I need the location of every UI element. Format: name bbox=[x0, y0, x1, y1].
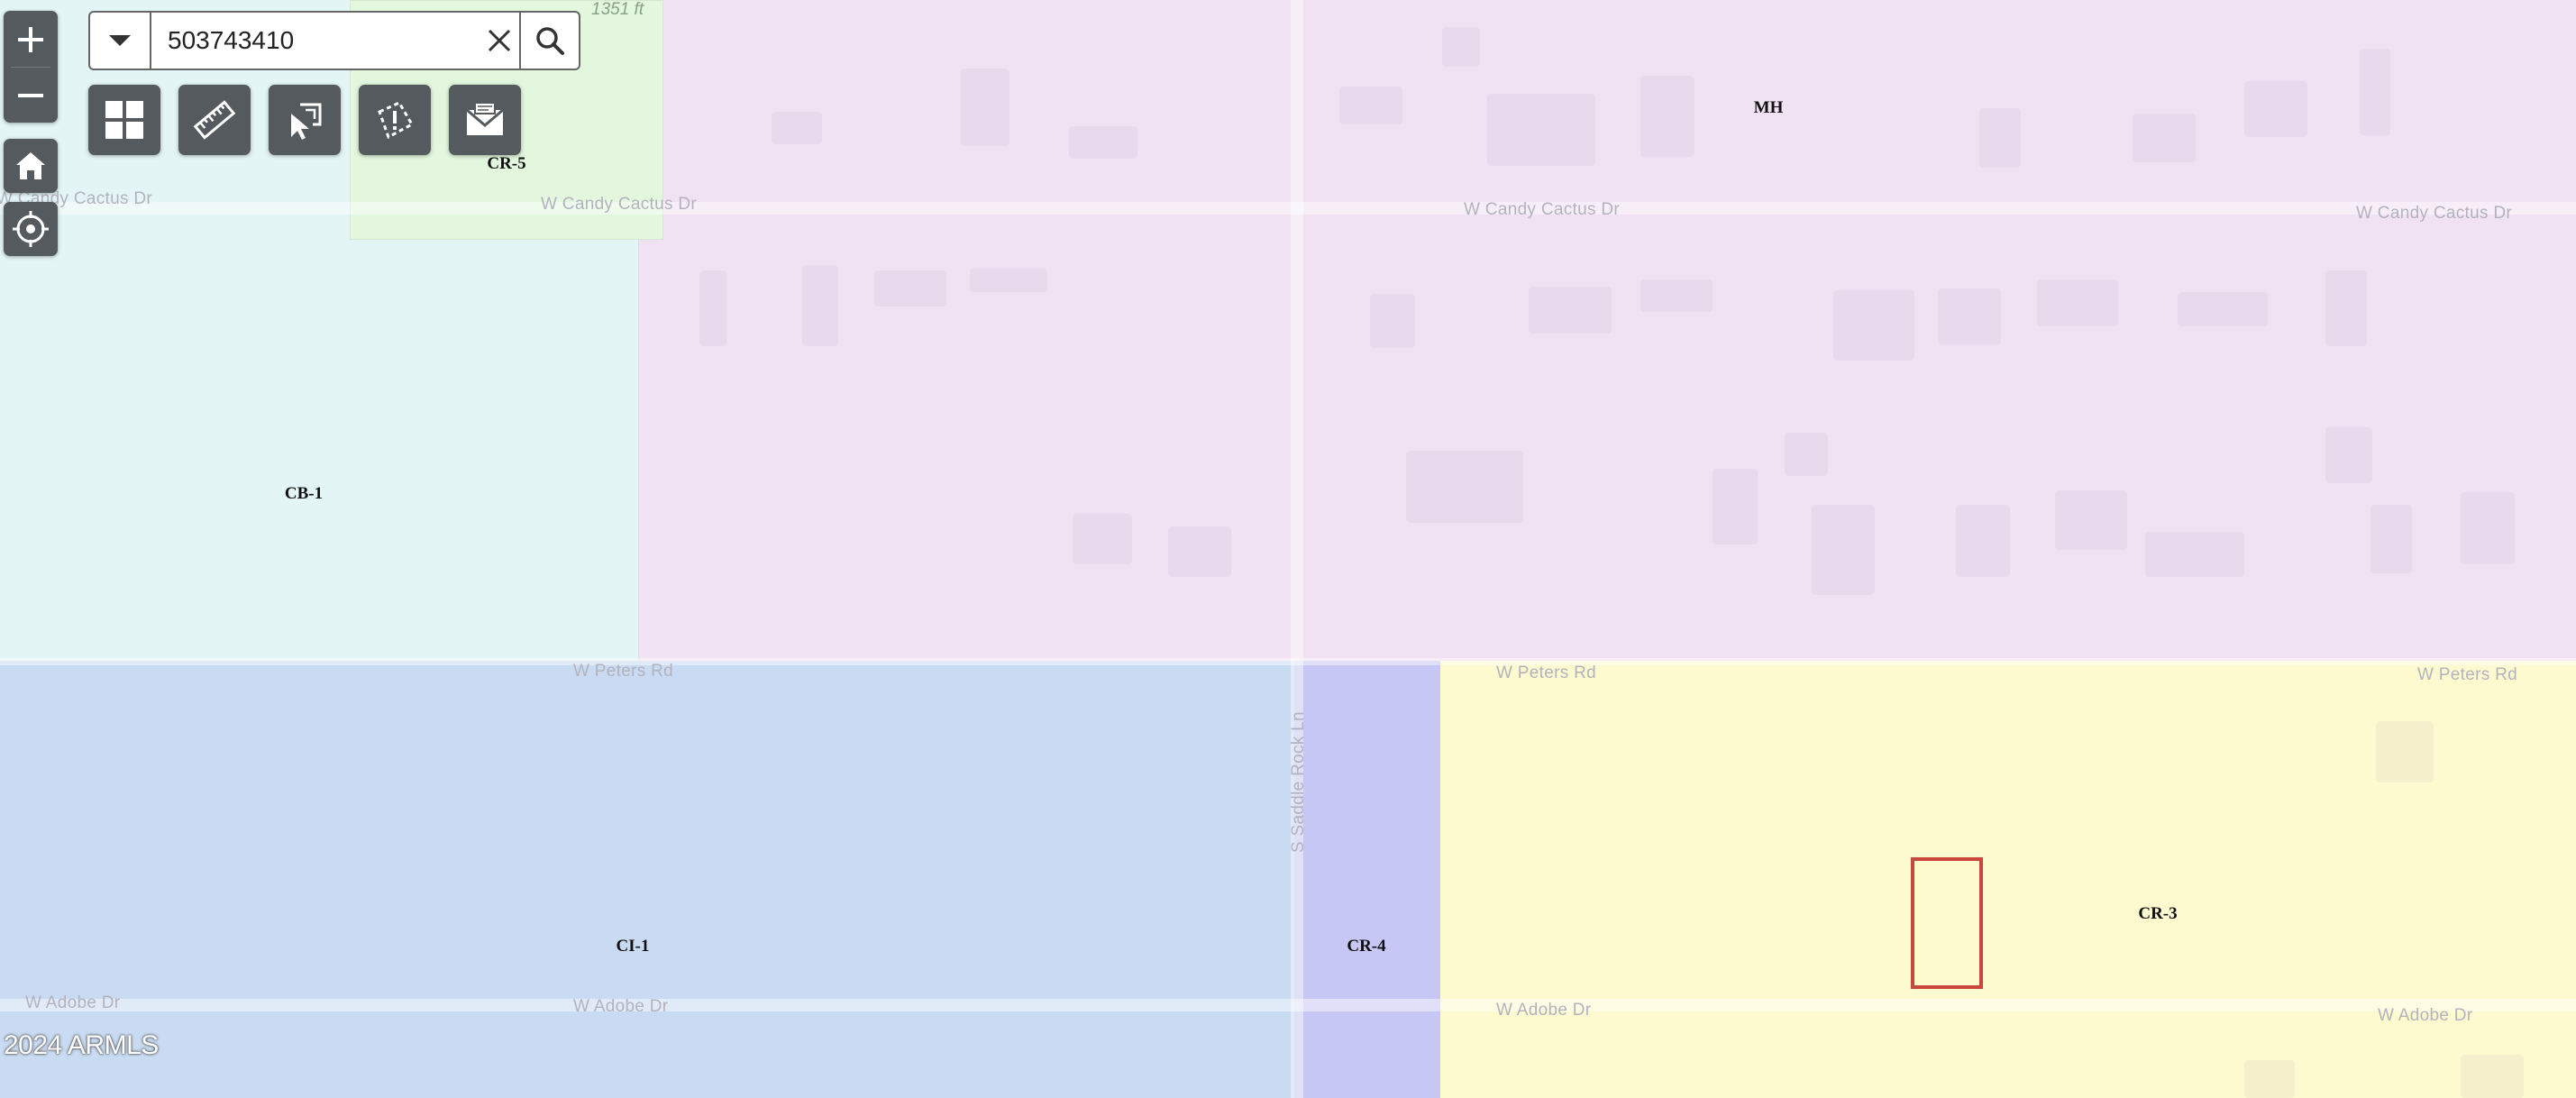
building bbox=[2325, 427, 2372, 483]
building bbox=[1487, 94, 1595, 166]
clear-search-button[interactable] bbox=[478, 13, 521, 69]
building bbox=[1956, 505, 2010, 577]
building bbox=[1370, 294, 1415, 348]
building bbox=[2461, 492, 2515, 564]
home-icon bbox=[16, 152, 45, 179]
building bbox=[1640, 279, 1713, 312]
mail-button[interactable] bbox=[449, 85, 521, 155]
ruler-icon bbox=[193, 100, 236, 140]
chevron-down-icon bbox=[109, 35, 131, 46]
building bbox=[2360, 49, 2390, 135]
building bbox=[802, 265, 838, 346]
select-icon bbox=[291, 103, 322, 140]
road-adobe bbox=[0, 999, 2576, 1011]
building bbox=[2244, 81, 2307, 137]
road-saddle-rock bbox=[1291, 0, 1303, 1098]
street-label: W Adobe Dr bbox=[2378, 1006, 2473, 1025]
search-type-dropdown[interactable] bbox=[90, 13, 151, 69]
scale-readout: 1351 ft bbox=[591, 0, 644, 19]
building bbox=[1406, 451, 1523, 523]
building bbox=[772, 112, 822, 144]
street-label: W Peters Rd bbox=[1496, 663, 1596, 682]
zone-label-cr3: CR-3 bbox=[2138, 904, 2178, 923]
street-label: W Adobe Dr bbox=[1496, 1001, 1592, 1020]
search-icon bbox=[536, 27, 564, 55]
building bbox=[1168, 526, 1231, 577]
zone-label-cb1: CB-1 bbox=[284, 484, 324, 503]
select-tool-button[interactable] bbox=[269, 85, 341, 155]
zoom-divider bbox=[11, 67, 50, 68]
building bbox=[970, 269, 1047, 292]
zone-label-ci1: CI-1 bbox=[616, 937, 650, 956]
building bbox=[2133, 114, 2196, 162]
building bbox=[1713, 469, 1758, 544]
home-button[interactable] bbox=[4, 139, 58, 193]
building bbox=[2145, 532, 2244, 577]
zone-label-mh: MH bbox=[1753, 98, 1784, 117]
building bbox=[1979, 108, 2021, 168]
street-label: W Candy Cactus Dr bbox=[1464, 200, 1620, 219]
mail-icon bbox=[466, 102, 504, 135]
building bbox=[1073, 514, 1132, 564]
building bbox=[2376, 721, 2434, 782]
building bbox=[1640, 76, 1694, 157]
street-label: W Candy Cactus Dr bbox=[541, 195, 697, 214]
map-canvas[interactable]: MH CR-5 CB-1 CI-1 CR-4 CR-3 W Candy Cact… bbox=[0, 0, 2576, 1098]
building bbox=[2244, 1060, 2295, 1098]
street-label: W Adobe Dr bbox=[25, 993, 121, 1012]
report-button[interactable] bbox=[359, 85, 431, 155]
street-label: W Peters Rd bbox=[573, 662, 673, 681]
layers-grid-icon bbox=[105, 101, 143, 139]
building bbox=[1529, 287, 1612, 334]
zoom-out-button[interactable] bbox=[4, 69, 58, 123]
zone-label-cr4: CR-4 bbox=[1347, 937, 1386, 956]
building bbox=[699, 270, 726, 346]
selected-parcel-outline[interactable] bbox=[1911, 857, 1983, 989]
building bbox=[2461, 1055, 2524, 1098]
building bbox=[1339, 87, 1402, 124]
zoom-in-icon bbox=[18, 27, 43, 52]
layers-button[interactable] bbox=[88, 85, 160, 155]
building bbox=[1069, 126, 1137, 159]
zoom-out-icon bbox=[18, 94, 43, 97]
zone-label-cr5: CR-5 bbox=[487, 154, 526, 173]
building bbox=[874, 270, 946, 307]
building bbox=[1812, 505, 1875, 595]
parcel-search-box bbox=[88, 11, 580, 70]
zoom-in-button[interactable] bbox=[4, 13, 58, 67]
building bbox=[2370, 505, 2412, 573]
report-icon bbox=[378, 101, 415, 140]
street-label: W Peters Rd bbox=[2417, 665, 2517, 684]
building bbox=[961, 69, 1009, 146]
street-label: W Adobe Dr bbox=[573, 997, 669, 1016]
zoom-control bbox=[4, 11, 58, 123]
building bbox=[1938, 288, 2001, 344]
building bbox=[2037, 279, 2118, 326]
zone-ci1 bbox=[0, 661, 1294, 1098]
building bbox=[2178, 292, 2268, 326]
copyright-text: 2024 ARMLS bbox=[4, 1030, 159, 1060]
measure-button[interactable] bbox=[178, 85, 251, 155]
street-label-vertical: S Saddle Rock Ln bbox=[1289, 711, 1308, 853]
road-candy-cactus bbox=[0, 202, 2576, 215]
close-icon bbox=[488, 29, 511, 52]
building bbox=[1785, 433, 1828, 476]
building bbox=[2325, 270, 2367, 346]
zone-cr4 bbox=[1294, 661, 1440, 1098]
locate-button[interactable] bbox=[4, 202, 58, 256]
locate-icon bbox=[13, 211, 49, 247]
building bbox=[2055, 490, 2127, 550]
building bbox=[1833, 290, 1914, 361]
building bbox=[1442, 27, 1480, 67]
road-peters bbox=[0, 658, 2576, 665]
search-button[interactable] bbox=[519, 13, 579, 69]
street-label: W Candy Cactus Dr bbox=[2356, 204, 2512, 223]
